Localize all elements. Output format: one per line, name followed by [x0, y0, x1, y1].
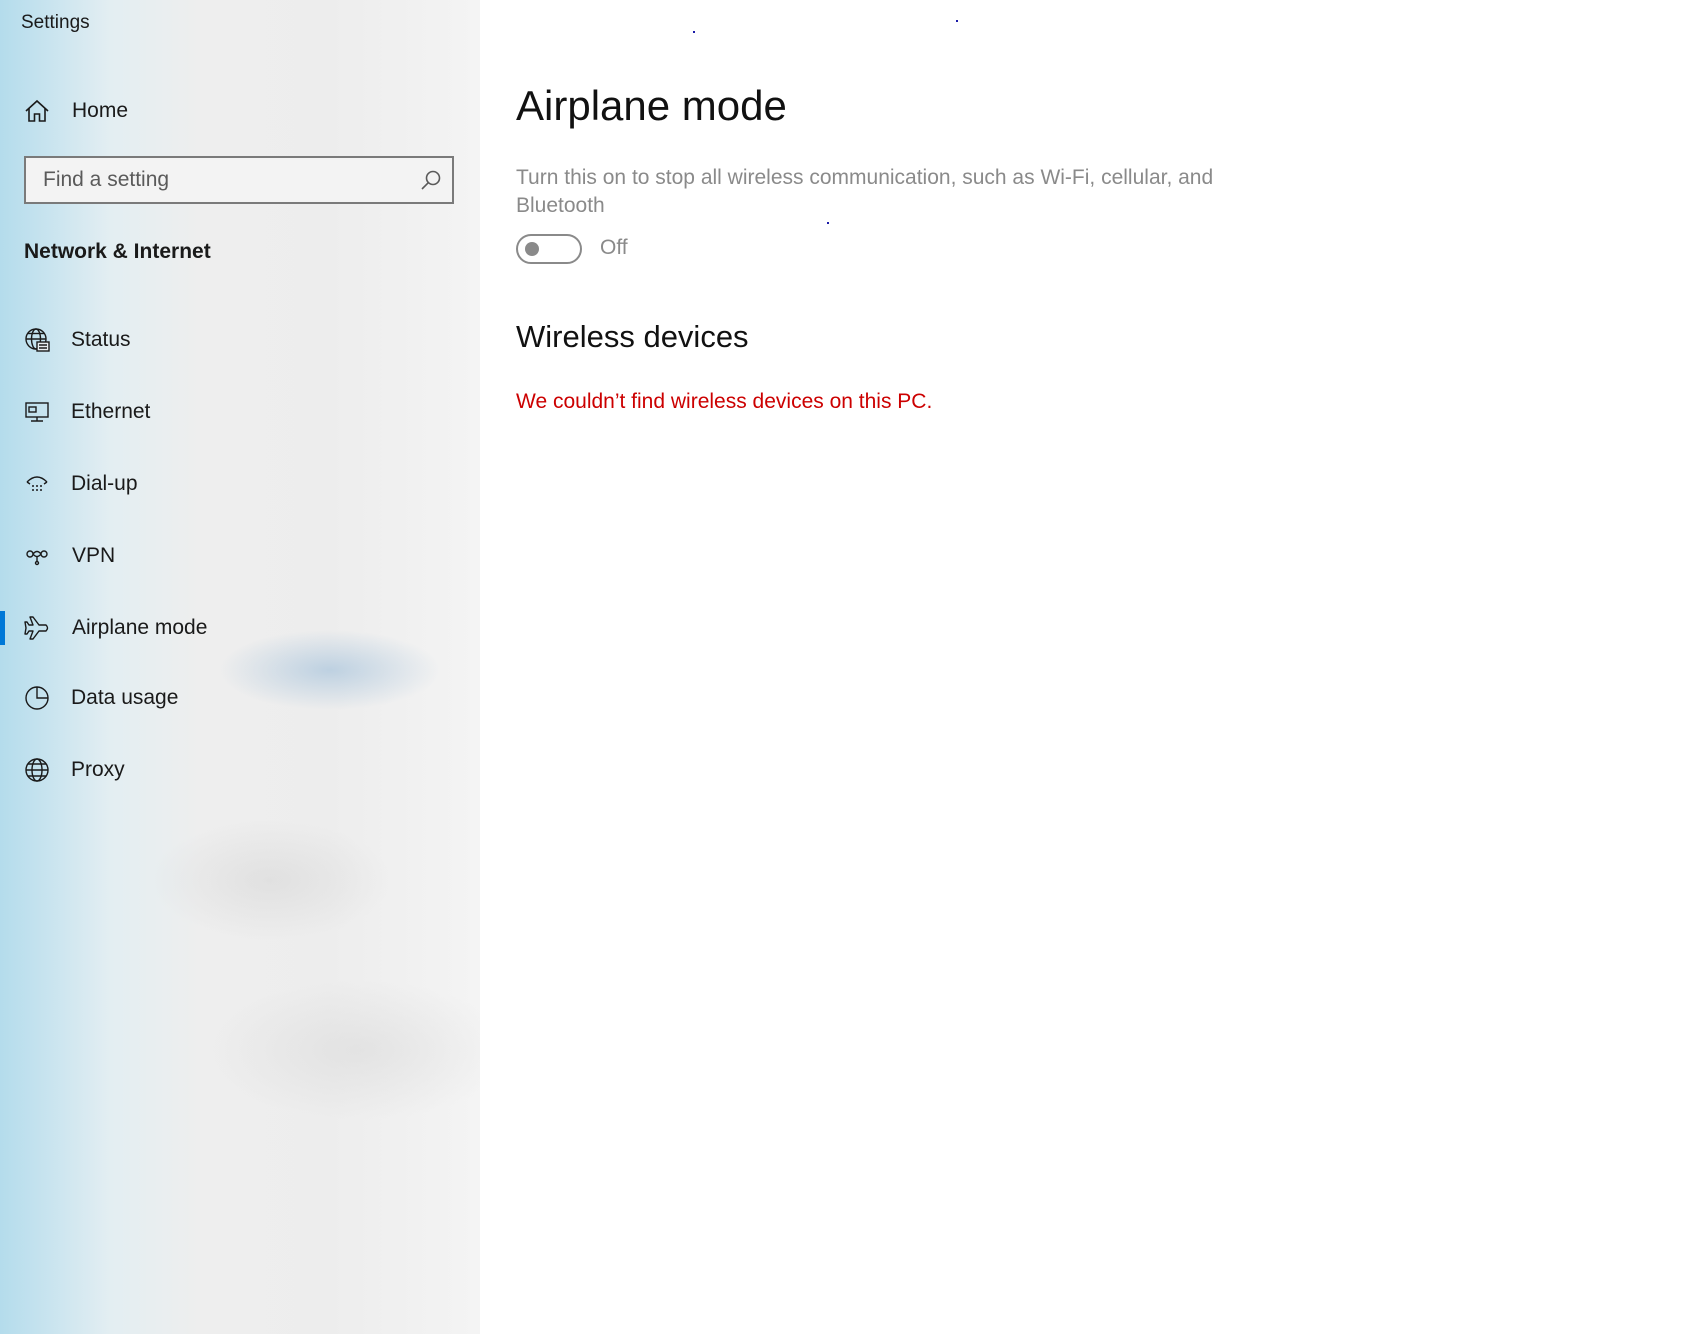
airplane-mode-description: Turn this on to stop all wireless commun…: [516, 166, 1214, 217]
vpn-icon: [24, 543, 50, 569]
airplane-mode-toggle[interactable]: [516, 234, 582, 264]
sidebar: Settings Home Network & Internet: [0, 0, 480, 1334]
sidebar-item-label: Ethernet: [71, 400, 151, 423]
dial-up-icon: [24, 471, 50, 497]
toggle-state-label: Off: [600, 236, 628, 259]
sidebar-item-ethernet[interactable]: Ethernet: [0, 384, 480, 440]
home-icon: [24, 98, 50, 124]
search-input[interactable]: [26, 158, 423, 202]
toggle-knob: [525, 242, 539, 256]
sidebar-item-label: Data usage: [71, 686, 179, 709]
settings-window: Settings Home Network & Internet: [0, 0, 1698, 1334]
sidebar-item-airplane-mode[interactable]: Airplane mode: [0, 600, 480, 656]
status-globe-icon: [24, 327, 50, 353]
wireless-devices-heading: Wireless devices: [516, 319, 749, 354]
page-title: Airplane mode: [516, 82, 787, 129]
speck: [827, 222, 829, 224]
search-box[interactable]: [24, 156, 454, 204]
home-nav-item[interactable]: Home: [0, 83, 480, 139]
main-content: Airplane mode Turn this on to stop all w…: [480, 0, 1698, 1334]
sidebar-item-label: Status: [71, 328, 131, 351]
sidebar-item-dial-up[interactable]: Dial-up: [0, 456, 480, 512]
selection-indicator: [0, 611, 5, 645]
sidebar-item-data-usage[interactable]: Data usage: [0, 670, 480, 726]
sidebar-item-status[interactable]: Status: [0, 312, 480, 368]
sidebar-item-label: Airplane mode: [72, 616, 208, 639]
speck: [693, 31, 695, 33]
speck: [956, 20, 958, 22]
proxy-globe-icon: [24, 757, 50, 783]
app-title: Settings: [21, 12, 90, 33]
airplane-icon: [24, 615, 50, 641]
no-wireless-devices-message: We couldn’t find wireless devices on thi…: [516, 390, 933, 413]
ethernet-icon: [24, 399, 50, 425]
data-usage-icon: [24, 685, 50, 711]
search-icon[interactable]: [420, 169, 442, 191]
section-title: Network & Internet: [24, 240, 211, 263]
sidebar-item-label: Proxy: [71, 758, 125, 781]
sidebar-item-proxy[interactable]: Proxy: [0, 742, 480, 798]
sidebar-item-label: VPN: [72, 544, 116, 567]
home-label: Home: [72, 99, 129, 122]
sidebar-item-vpn[interactable]: VPN: [0, 528, 480, 584]
sidebar-item-label: Dial-up: [71, 472, 138, 495]
